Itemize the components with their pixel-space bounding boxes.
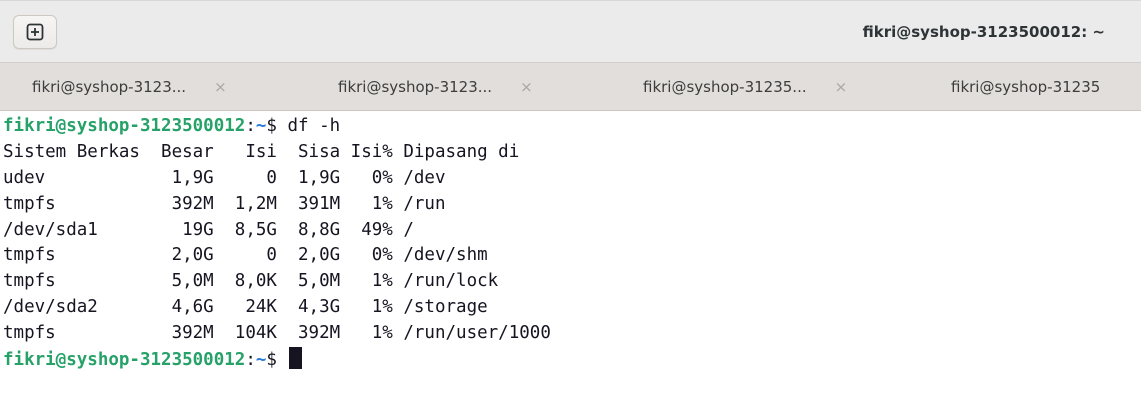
output-line: tmpfs 392M 1,2M 391M 1% /run [3, 193, 446, 214]
output-line: udev 1,9G 0 1,9G 0% /dev [3, 167, 446, 188]
tab-label: fikri@syshop-3123... [338, 78, 493, 96]
output-line: tmpfs 2,0G 0 2,0G 0% /dev/shm [3, 245, 488, 266]
tab-label: fikri@syshop-31235 [951, 78, 1101, 96]
prompt-symbol: $ [266, 350, 288, 371]
plus-box-icon [26, 23, 44, 41]
tab-3[interactable]: fikri@syshop-31235... × [643, 63, 848, 110]
prompt-line: fikri@syshop-3123500012:~$ [0, 347, 1141, 373]
prompt-path: ~ [255, 350, 267, 371]
tab-4[interactable]: fikri@syshop-31235 [951, 63, 1101, 110]
tab-label: fikri@syshop-31235... [643, 78, 807, 96]
output-line: /dev/sda1 19G 8,5G 8,8G 49% / [3, 219, 414, 240]
output-line: /dev/sda2 4,6G 24K 4,3G 1% /storage [3, 297, 488, 318]
output-line: tmpfs 5,0M 8,0K 5,0M 1% /run/lock [3, 271, 499, 292]
prompt-user: fikri@syshop-3123500012 [3, 116, 246, 136]
tab-1[interactable]: fikri@syshop-3123... × [32, 63, 227, 110]
close-icon[interactable]: × [214, 78, 227, 96]
output-line: Sistem Berkas Besar Isi Sisa Isi% Dipasa… [3, 141, 520, 162]
tab-2[interactable]: fikri@syshop-3123... × [338, 63, 533, 110]
terminal-view[interactable]: fikri@syshop-3123500012:~$ df -h Sistem … [0, 111, 1141, 414]
header-bar: fikri@syshop-3123500012: ~ [0, 0, 1141, 62]
prompt-user: fikri@syshop-3123500012 [3, 350, 246, 371]
close-icon[interactable]: × [520, 78, 533, 96]
text-cursor [288, 347, 302, 370]
window-title: fikri@syshop-3123500012: ~ [862, 23, 1105, 41]
output-line: tmpfs 392M 104K 392M 1% /run/user/1000 [3, 323, 551, 344]
new-tab-button[interactable] [13, 15, 57, 49]
command-line: fikri@syshop-3123500012:~$ df -h [0, 114, 1141, 140]
tab-label: fikri@syshop-3123... [32, 78, 187, 96]
prompt-path: ~ [255, 116, 267, 136]
close-icon[interactable]: × [835, 78, 848, 96]
tab-bar: fikri@syshop-3123... × fikri@syshop-3123… [0, 62, 1141, 111]
command-text: df -h [287, 116, 341, 136]
prompt-symbol: $ [266, 116, 288, 136]
prompt-separator: : [245, 350, 256, 371]
prompt-separator: : [245, 116, 256, 136]
